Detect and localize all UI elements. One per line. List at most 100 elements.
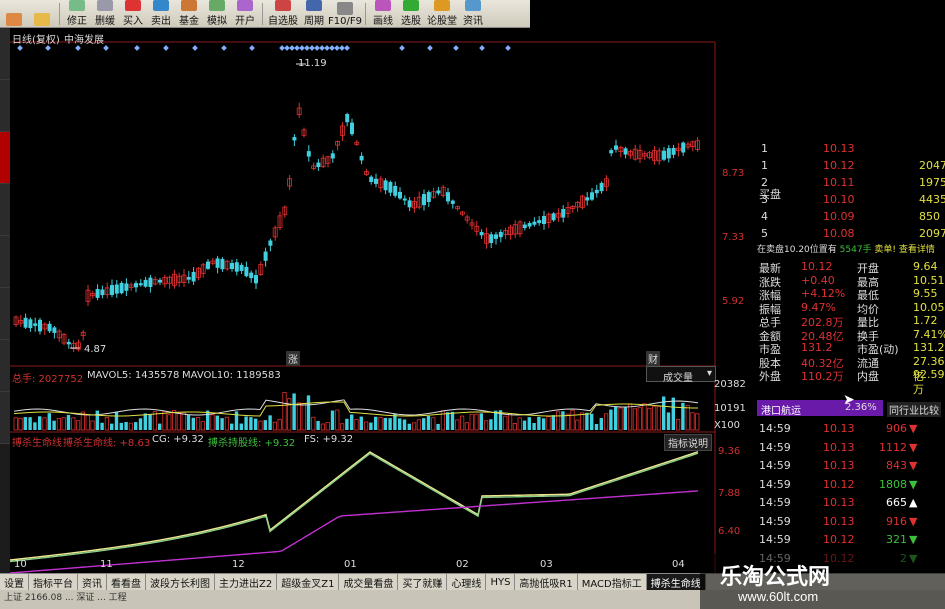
period-mode[interactable]: 日线(复权) bbox=[12, 31, 60, 46]
toolbar-button-4[interactable]: 买入 bbox=[119, 0, 147, 27]
price-axis-592: 5.92 bbox=[722, 296, 745, 307]
industry-compare-button[interactable]: 同行业比较 bbox=[887, 402, 941, 417]
toolbar-button-label: 选股 bbox=[401, 16, 421, 27]
x-axis-label: 04 bbox=[672, 559, 685, 570]
volume-bar bbox=[666, 412, 671, 430]
left-strip-item-5[interactable] bbox=[0, 288, 10, 340]
tab-0[interactable]: 设置 bbox=[0, 574, 29, 590]
sell-note[interactable]: 在卖盘10.20位置有 5547手 卖单! 查看详情 bbox=[757, 242, 945, 256]
left-strip-item-4[interactable] bbox=[0, 236, 10, 288]
order-book-row[interactable]: 3 10.10 4435 bbox=[757, 192, 945, 208]
toolbar-button-3[interactable]: 删缓 bbox=[91, 0, 119, 27]
tab-1[interactable]: 指标平台 bbox=[29, 574, 78, 590]
toolbar-button-label: 买入 bbox=[123, 16, 143, 27]
volume-bar bbox=[119, 422, 123, 430]
candle-body bbox=[330, 153, 335, 159]
tab-9[interactable]: 心理线 bbox=[447, 574, 487, 590]
tab-7[interactable]: 成交量看盘 bbox=[339, 574, 399, 590]
toolbar: 修正 删缓 买入 卖出 基金 模拟 开户 自选股 周期 F10/F9 画线 选股 论股堂 资讯 bbox=[0, 0, 530, 28]
toolbar-button-11[interactable]: F10/F9 bbox=[328, 0, 362, 27]
left-strip-item-0[interactable] bbox=[0, 28, 10, 80]
order-price: 10.13 bbox=[823, 142, 855, 155]
order-book-row[interactable]: 1 10.12 2047 bbox=[757, 158, 945, 174]
order-book-row[interactable]: 2 10.11 1975 bbox=[757, 175, 945, 191]
tab-13[interactable]: 搏杀生命线 bbox=[646, 574, 706, 590]
volume-bar bbox=[66, 414, 71, 430]
indicator-axis-3: 6.40 bbox=[718, 526, 741, 537]
candle-body bbox=[666, 148, 671, 159]
volume-bar bbox=[301, 402, 306, 431]
f10-icon bbox=[337, 2, 353, 15]
price-axis-733: 7.33 bbox=[722, 232, 745, 243]
indicator-help-button[interactable]: 指标说明 bbox=[664, 434, 712, 451]
toolbar-button-14[interactable]: 论股堂 bbox=[425, 0, 459, 27]
left-strip-item-3[interactable] bbox=[0, 184, 10, 236]
indicator-cg-label: CG: +9.32 bbox=[152, 434, 204, 445]
tab-4[interactable]: 波段方长利图 bbox=[146, 574, 215, 590]
order-book-row[interactable]: 1 10.13 bbox=[757, 141, 945, 157]
draw-line-icon bbox=[375, 0, 391, 11]
indicator-dropdown[interactable]: 成交量 ▾ bbox=[646, 366, 716, 384]
volume-bar bbox=[167, 414, 172, 431]
left-strip-item-2[interactable] bbox=[0, 132, 10, 184]
volume-bar bbox=[652, 406, 657, 431]
toolbar-button-10[interactable]: 周期 bbox=[300, 0, 328, 27]
volume-bar bbox=[585, 412, 589, 430]
volume-bar bbox=[561, 411, 565, 430]
tick-row: 14:59 10.12 1808 ▼ bbox=[757, 477, 945, 495]
toolbar-button-1[interactable] bbox=[28, 0, 56, 27]
toolbar-button-5[interactable]: 卖出 bbox=[147, 0, 175, 27]
toolbar-button-0[interactable] bbox=[0, 0, 28, 27]
tab-2[interactable]: 资讯 bbox=[78, 574, 107, 590]
toolbar-button-8[interactable]: 开户 bbox=[231, 0, 259, 27]
left-strip-item-6[interactable] bbox=[0, 340, 10, 392]
chart-area[interactable]: 日线(复权) 中海发展 11.19 4.87 涨 财 8.73 7.33 5.9… bbox=[10, 28, 755, 573]
toolbar-button-label: 开户 bbox=[235, 16, 255, 27]
toolbar-button-13[interactable]: 选股 bbox=[397, 0, 425, 27]
tab-11[interactable]: 高抛低吸R1 bbox=[515, 574, 578, 590]
quote-value-2: 131.2 bbox=[913, 341, 945, 354]
volume-bar bbox=[148, 413, 152, 430]
signal-diamond bbox=[344, 45, 350, 51]
volume-bar bbox=[450, 411, 455, 430]
candle-body bbox=[254, 275, 258, 284]
tab-3[interactable]: 看看盘 bbox=[107, 574, 146, 590]
tab-8[interactable]: 买了就赚 bbox=[398, 574, 448, 590]
signal-diamond bbox=[334, 45, 340, 51]
order-book-row[interactable]: 5 10.08 2097 bbox=[757, 226, 945, 242]
indicator-dropdown-value: 成交量 bbox=[663, 373, 693, 384]
event-marker-cai[interactable]: 财 bbox=[646, 351, 660, 366]
toolbar-button-12[interactable]: 画线 bbox=[369, 0, 397, 27]
toolbar-button-9[interactable]: 自选股 bbox=[266, 0, 300, 27]
volume-bar bbox=[690, 412, 695, 431]
volume-bar bbox=[647, 407, 652, 431]
quote-value-1: 9.47% bbox=[801, 300, 836, 314]
toolbar-button-7[interactable]: 模拟 bbox=[203, 0, 231, 27]
toolbar-button-2[interactable]: 修正 bbox=[63, 0, 91, 27]
volume-bar bbox=[330, 410, 335, 430]
volume-bar bbox=[61, 417, 66, 431]
period-icon bbox=[306, 0, 322, 11]
volume-bar bbox=[215, 415, 219, 430]
tab-6[interactable]: 超级金叉Z1 bbox=[277, 574, 340, 590]
tab-5[interactable]: 主力进出Z2 bbox=[215, 574, 278, 590]
toolbar-button-15[interactable]: 资讯 bbox=[459, 0, 487, 27]
left-strip-item-7[interactable] bbox=[0, 392, 10, 444]
candle-body bbox=[28, 319, 33, 329]
volume-bar bbox=[407, 423, 411, 430]
volume-bar bbox=[325, 422, 330, 431]
volume-bar bbox=[320, 423, 326, 431]
event-marker-zhang[interactable]: 涨 bbox=[286, 351, 300, 366]
volume-bar bbox=[124, 421, 128, 430]
order-book-row[interactable]: 4 10.09 850 bbox=[757, 209, 945, 225]
tab-12[interactable]: MACD指标工 bbox=[578, 574, 647, 590]
candle-body bbox=[623, 148, 628, 155]
volume-bar bbox=[249, 417, 253, 430]
left-strip-item-1[interactable] bbox=[0, 80, 10, 132]
toolbar-button-6[interactable]: 基金 bbox=[175, 0, 203, 27]
kline-chart[interactable] bbox=[10, 28, 755, 573]
volume-bar bbox=[292, 393, 296, 430]
volume-bar bbox=[398, 418, 402, 430]
tab-10[interactable]: HYS bbox=[486, 574, 516, 590]
quote-value-1: 131.2 bbox=[801, 341, 833, 354]
